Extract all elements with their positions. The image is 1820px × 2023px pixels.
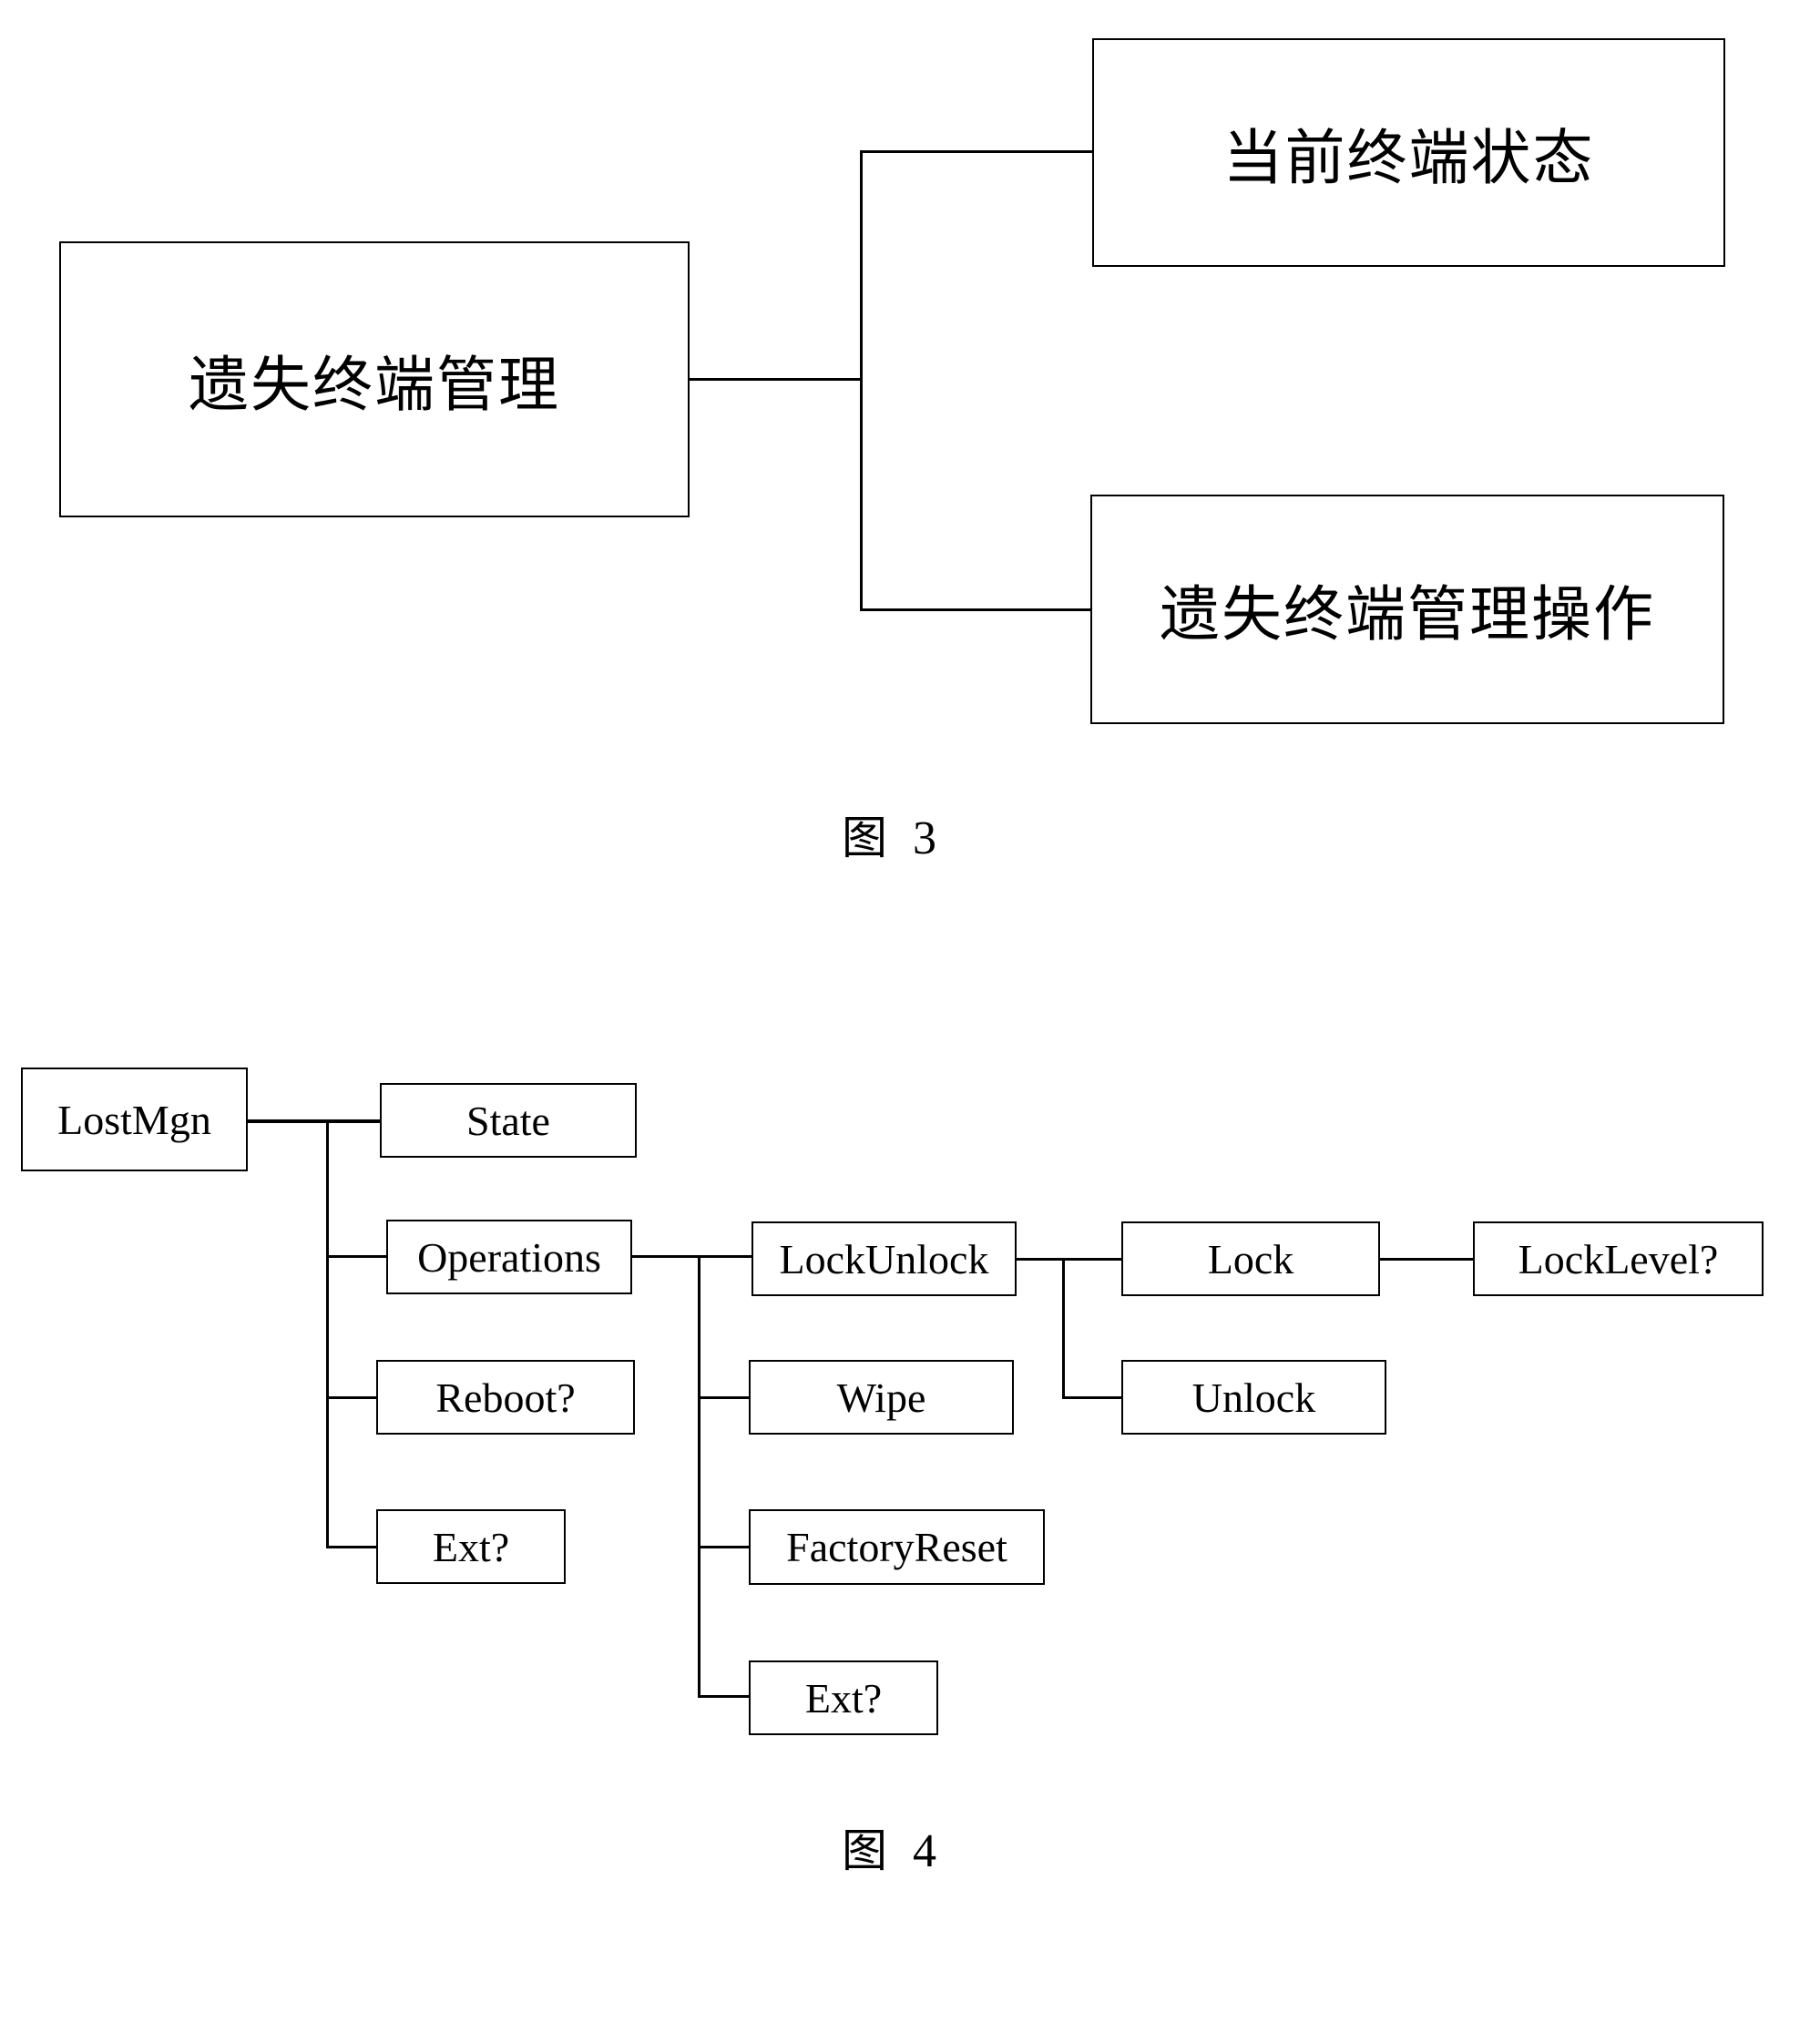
caption-number: 3 [913,812,936,864]
node-label: 当前终端状态 [1222,122,1595,193]
connector [326,1119,329,1548]
node-unlock: Unlock [1121,1360,1386,1435]
node-locklevel: LockLevel? [1473,1221,1764,1296]
node-label: FactoryReset [786,1524,1007,1570]
node-lost-terminal-operations: 遗失终端管理操作 [1090,495,1724,724]
node-label: LockUnlock [779,1235,989,1282]
node-label: Unlock [1191,1374,1316,1421]
connector [1062,1258,1065,1398]
node-lostmgn: LostMgn [21,1068,248,1171]
node-label: Operations [417,1233,601,1281]
connector [698,1396,751,1399]
connector [1017,1258,1123,1261]
caption-prefix: 图 [842,812,887,864]
node-label: Wipe [836,1374,926,1421]
node-label: Ext? [804,1674,883,1722]
connector [860,150,1093,153]
node-lockunlock: LockUnlock [752,1221,1017,1296]
connector [326,1255,388,1258]
connector [1380,1258,1475,1261]
node-wipe: Wipe [749,1360,1014,1435]
node-label: 遗失终端管理操作 [1160,579,1655,649]
connector [248,1119,382,1123]
node-lost-terminal-management: 遗失终端管理 [59,241,690,517]
node-label: State [466,1097,550,1144]
node-reboot: Reboot? [376,1360,635,1435]
node-label: LockLevel? [1518,1235,1719,1282]
node-label: LostMgn [57,1096,211,1143]
connector [698,1546,751,1548]
node-label: Reboot? [435,1374,576,1421]
node-factoryreset: FactoryReset [749,1509,1045,1585]
node-lock: Lock [1121,1221,1380,1296]
node-label: 遗失终端管理 [189,349,560,420]
connector [1062,1396,1123,1399]
figure-caption: 图3 [842,802,936,867]
node-operations: Operations [386,1220,632,1294]
caption-prefix: 图 [842,1824,887,1877]
node-ext: Ext? [376,1509,566,1584]
connector [860,150,863,610]
node-operations-ext: Ext? [749,1660,938,1735]
node-state: State [380,1083,637,1158]
node-current-terminal-state: 当前终端状态 [1092,38,1725,267]
connector [690,378,863,381]
node-label: Ext? [432,1523,510,1570]
figure-caption: 图4 [842,1814,936,1880]
caption-number: 4 [913,1825,936,1877]
node-label: Lock [1207,1235,1294,1282]
connector [698,1255,700,1697]
connector [860,608,1091,611]
connector [326,1546,378,1548]
connector [326,1396,378,1399]
connector [632,1255,753,1258]
connector [698,1695,751,1698]
